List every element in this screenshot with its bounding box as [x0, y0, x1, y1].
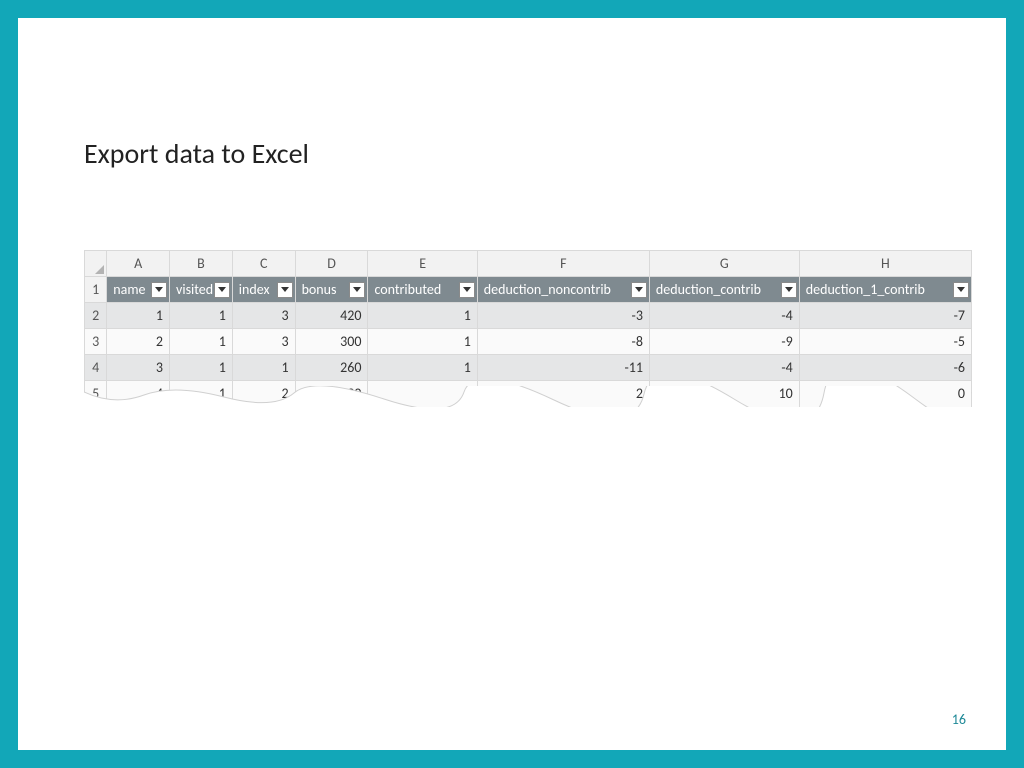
cell[interactable]: 1	[232, 355, 295, 381]
cell[interactable]: 4	[107, 381, 170, 407]
cell[interactable]: 1	[368, 329, 477, 355]
col-letter[interactable]: A	[107, 251, 170, 277]
header-label: deduction_noncontrib	[484, 281, 611, 298]
spreadsheet-excerpt: A B C D E F G H 1 name	[84, 250, 972, 407]
cell[interactable]: -4	[649, 355, 799, 381]
cell[interactable]: -6	[799, 355, 971, 381]
cell[interactable]: 10	[649, 381, 799, 407]
cell[interactable]: 3	[232, 303, 295, 329]
cell[interactable]: -3	[477, 303, 649, 329]
cell[interactable]: 2	[477, 381, 649, 407]
table-row: 5 4 1 2 430 1 2 10 0	[85, 381, 972, 407]
header-label: visited	[176, 281, 213, 298]
cell[interactable]: 2	[232, 381, 295, 407]
cell[interactable]: -9	[649, 329, 799, 355]
cell[interactable]: 1	[170, 355, 233, 381]
cell[interactable]: 1	[107, 303, 170, 329]
filter-dropdown-icon[interactable]	[277, 282, 293, 298]
cell[interactable]: -7	[799, 303, 971, 329]
slide-frame: Export data to Excel A B C D E F G	[0, 0, 1024, 768]
cell[interactable]: -8	[477, 329, 649, 355]
table-header-cell[interactable]: index	[232, 277, 295, 303]
table-header-cell[interactable]: deduction_1_contrib	[799, 277, 971, 303]
table-header-cell[interactable]: visited	[170, 277, 233, 303]
cell[interactable]: -5	[799, 329, 971, 355]
cell[interactable]: 2	[107, 329, 170, 355]
table-row: 2 1 1 3 420 1 -3 -4 -7	[85, 303, 972, 329]
cell[interactable]: 1	[368, 303, 477, 329]
table-header-cell[interactable]: deduction_noncontrib	[477, 277, 649, 303]
filter-dropdown-icon[interactable]	[349, 282, 365, 298]
row-number[interactable]: 5	[85, 381, 107, 407]
cell[interactable]: 3	[107, 355, 170, 381]
cell[interactable]: 0	[799, 381, 971, 407]
table-header-row: 1 name visited index bonus	[85, 277, 972, 303]
header-label: deduction_1_contrib	[806, 281, 925, 298]
cell[interactable]: 1	[368, 381, 477, 407]
cell[interactable]: -4	[649, 303, 799, 329]
header-label: contributed	[374, 281, 441, 298]
table-header-cell[interactable]: deduction_contrib	[649, 277, 799, 303]
col-letter[interactable]: D	[295, 251, 368, 277]
page-number: 16	[952, 711, 966, 728]
row-number[interactable]: 2	[85, 303, 107, 329]
cell[interactable]: -11	[477, 355, 649, 381]
col-letter[interactable]: C	[232, 251, 295, 277]
cell[interactable]: 420	[295, 303, 368, 329]
page-title: Export data to Excel	[84, 136, 309, 171]
row-number[interactable]: 1	[85, 277, 107, 303]
row-number[interactable]: 4	[85, 355, 107, 381]
filter-dropdown-icon[interactable]	[151, 282, 167, 298]
cell[interactable]: 300	[295, 329, 368, 355]
cell[interactable]: 3	[232, 329, 295, 355]
cell[interactable]: 1	[170, 329, 233, 355]
table-row: 4 3 1 1 260 1 -11 -4 -6	[85, 355, 972, 381]
cell[interactable]: 1	[368, 355, 477, 381]
cell[interactable]: 1	[170, 381, 233, 407]
header-label: name	[113, 281, 145, 298]
table-row: 3 2 1 3 300 1 -8 -9 -5	[85, 329, 972, 355]
cell[interactable]: 260	[295, 355, 368, 381]
cell[interactable]: 1	[170, 303, 233, 329]
filter-dropdown-icon[interactable]	[953, 282, 969, 298]
row-number[interactable]: 3	[85, 329, 107, 355]
spreadsheet: A B C D E F G H 1 name	[84, 250, 972, 407]
header-label: index	[239, 281, 270, 298]
col-letter[interactable]: F	[477, 251, 649, 277]
filter-dropdown-icon[interactable]	[781, 282, 797, 298]
col-letter[interactable]: B	[170, 251, 233, 277]
col-letter[interactable]: E	[368, 251, 477, 277]
header-label: deduction_contrib	[656, 281, 761, 298]
table-header-cell[interactable]: contributed	[368, 277, 477, 303]
column-letter-row: A B C D E F G H	[85, 251, 972, 277]
table-header-cell[interactable]: bonus	[295, 277, 368, 303]
filter-dropdown-icon[interactable]	[214, 282, 230, 298]
filter-dropdown-icon[interactable]	[631, 282, 647, 298]
header-label: bonus	[302, 281, 337, 298]
select-all-triangle[interactable]	[85, 251, 107, 277]
cell[interactable]: 430	[295, 381, 368, 407]
table-header-cell[interactable]: name	[107, 277, 170, 303]
col-letter[interactable]: G	[649, 251, 799, 277]
col-letter[interactable]: H	[799, 251, 971, 277]
slide: Export data to Excel A B C D E F G	[18, 18, 1006, 750]
filter-dropdown-icon[interactable]	[459, 282, 475, 298]
